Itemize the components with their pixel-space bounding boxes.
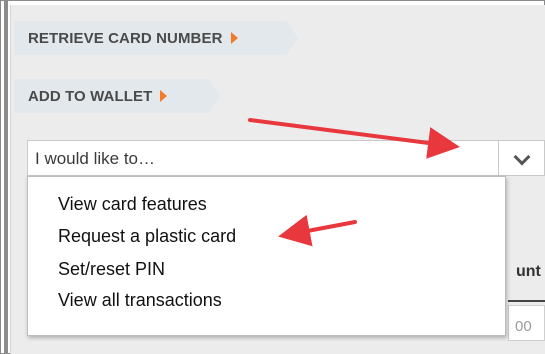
- annotation-arrow-to-plastic-card: [278, 214, 357, 247]
- annotation-arrows: [248, 118, 460, 247]
- annotation-arrow-to-dropdown: [248, 118, 460, 159]
